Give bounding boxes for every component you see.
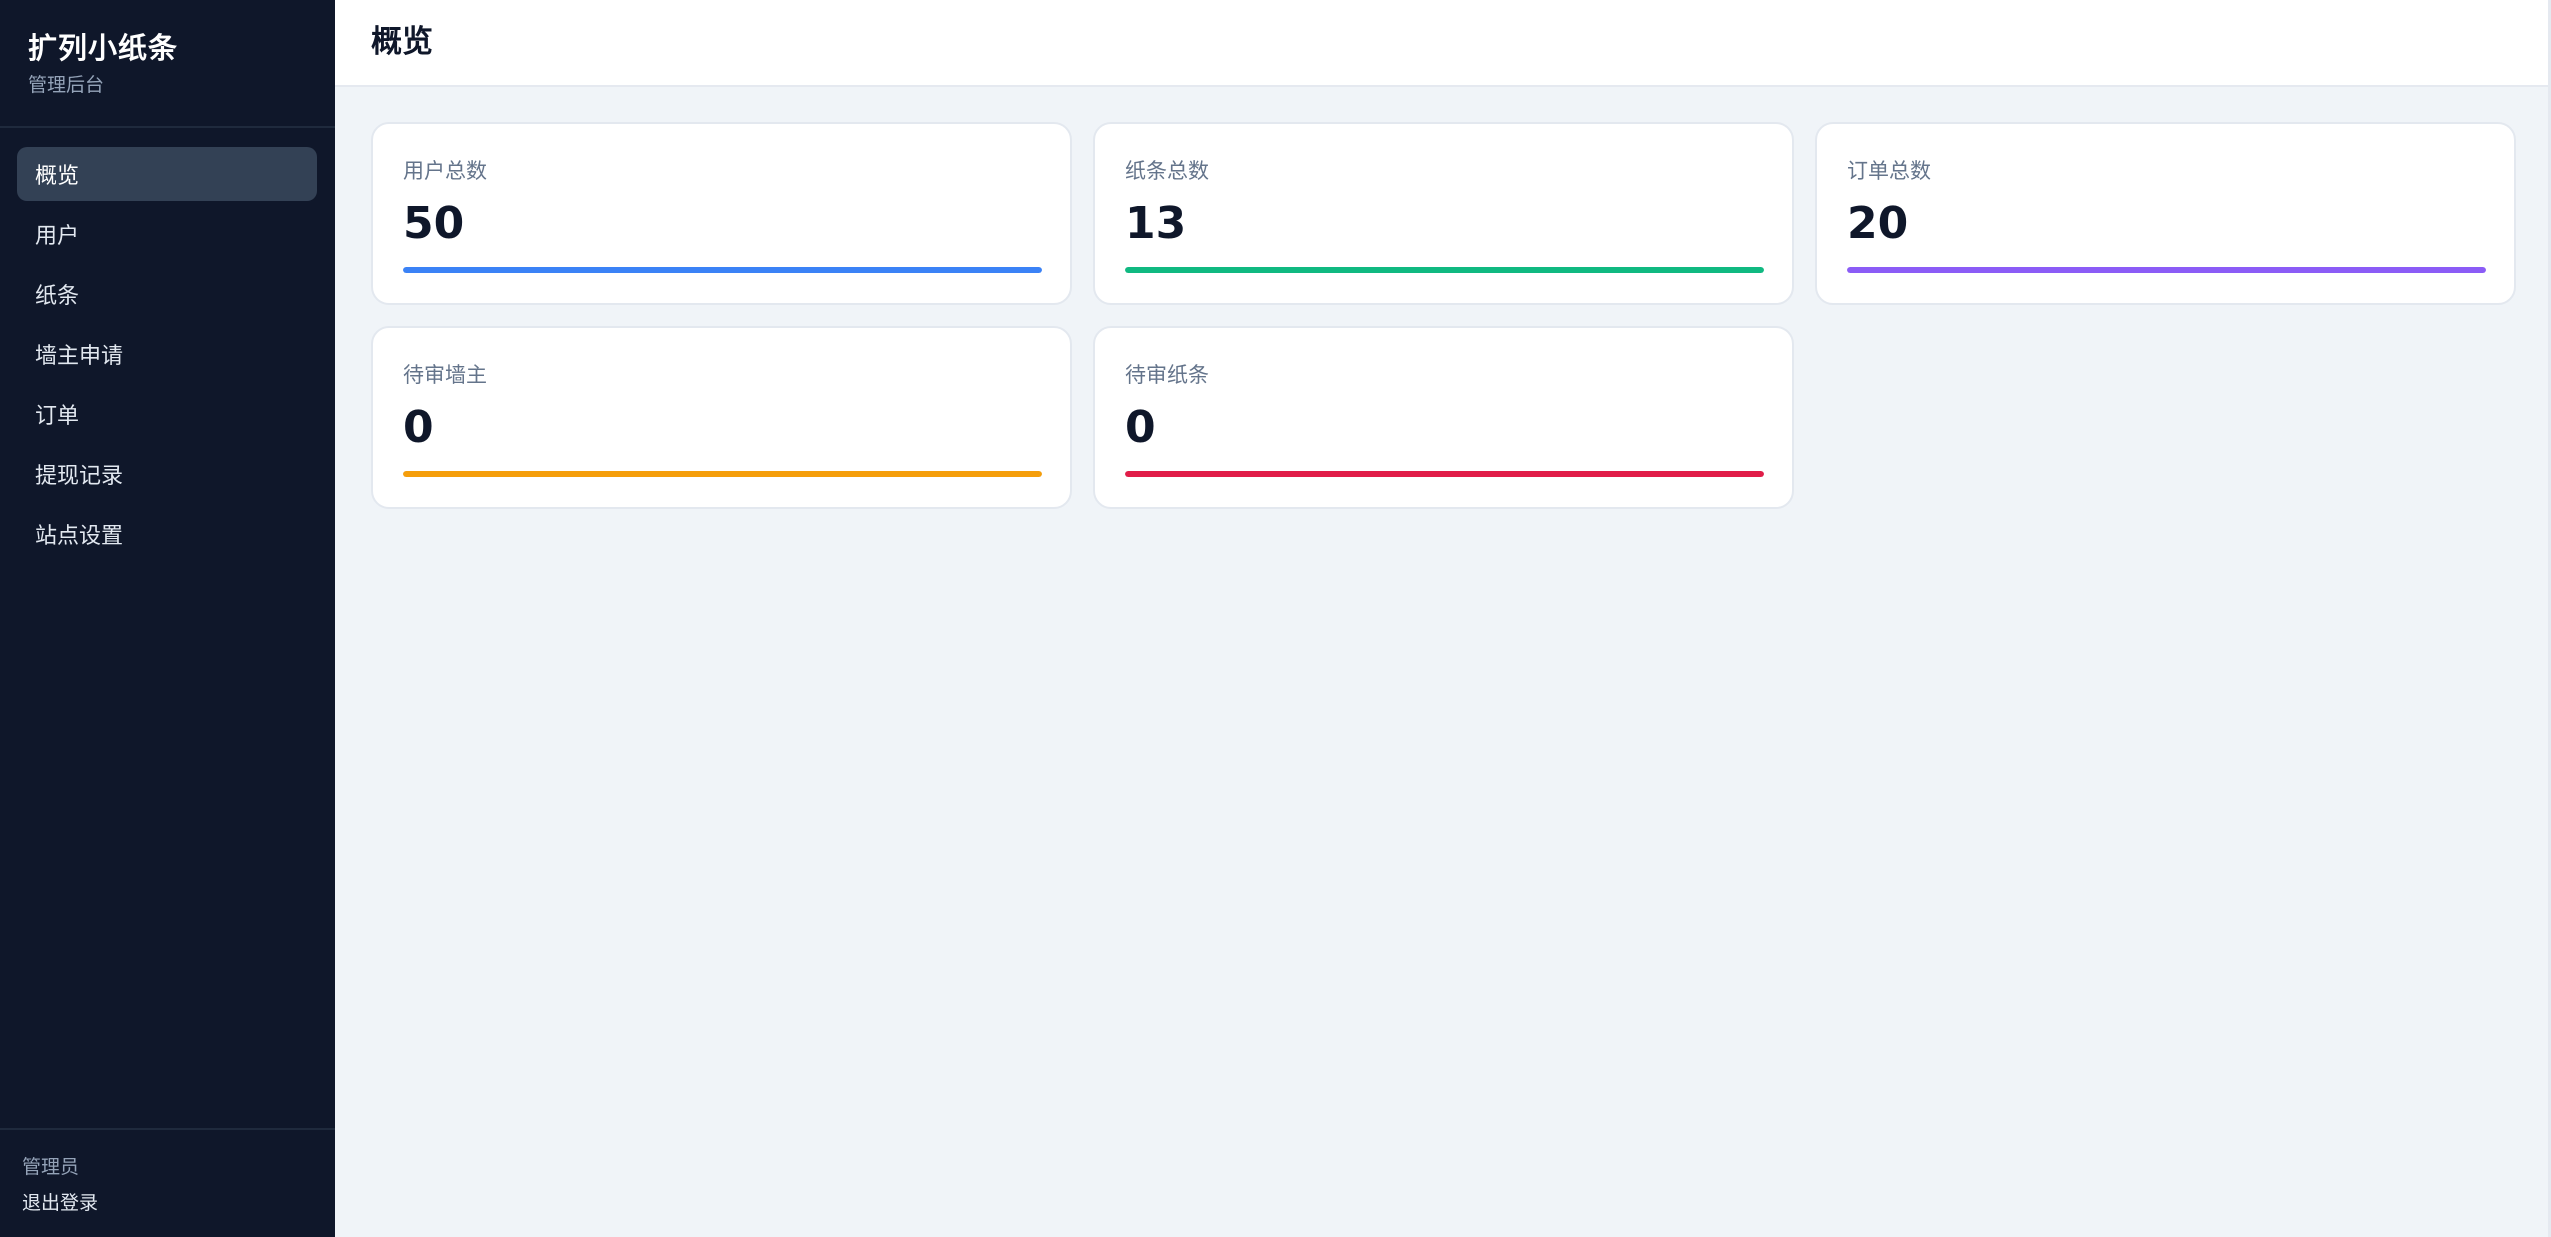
- sidebar-item-label: 订单: [35, 404, 80, 429]
- sidebar-item-site-settings[interactable]: 站点设置: [17, 507, 317, 561]
- stat-card-pending-notes: 待审纸条 0: [1093, 326, 1794, 509]
- sidebar-item-label: 纸条: [35, 284, 80, 309]
- sidebar: 扩列小纸条 管理后台 概览 用户 纸条 墙主申请 订单 提现记录 站点设置 管理…: [0, 0, 335, 1237]
- sidebar-item-orders[interactable]: 订单: [17, 387, 317, 441]
- stat-label: 待审纸条: [1125, 363, 1209, 387]
- stat-card-pending-wall-owners: 待审墙主 0: [371, 326, 1072, 509]
- sidebar-item-label: 概览: [35, 164, 80, 189]
- stat-label: 纸条总数: [1125, 159, 1209, 183]
- stat-bar-fill: [403, 267, 1042, 273]
- sidebar-item-users[interactable]: 用户: [17, 207, 317, 261]
- stat-bar: [403, 267, 1042, 273]
- sidebar-item-label: 站点设置: [35, 524, 124, 549]
- stat-bar: [403, 471, 1042, 477]
- main-content: 概览 用户总数 50 纸条总数 13 订单总数 20 待审墙主 0 待审纸条 0: [335, 0, 2551, 1237]
- stat-value: 20: [1847, 198, 1909, 249]
- stat-value: 50: [403, 198, 465, 249]
- stat-label: 用户总数: [403, 159, 487, 183]
- stat-value: 0: [403, 402, 434, 453]
- page-title: 概览: [371, 24, 433, 60]
- sidebar-footer: 管理员 退出登录: [0, 1128, 335, 1237]
- brand-subtitle: 管理后台: [28, 74, 105, 96]
- topbar: 概览: [335, 0, 2548, 87]
- admin-app: 扩列小纸条 管理后台 概览 用户 纸条 墙主申请 订单 提现记录 站点设置 管理…: [0, 0, 2551, 1237]
- stat-card-notes: 纸条总数 13: [1093, 122, 1794, 305]
- sidebar-item-overview[interactable]: 概览: [17, 147, 317, 201]
- stat-label: 待审墙主: [403, 363, 487, 387]
- current-user-role: 管理员: [22, 1156, 80, 1178]
- logout-link[interactable]: 退出登录: [22, 1190, 335, 1216]
- stat-value: 0: [1125, 402, 1156, 453]
- sidebar-item-label: 用户: [35, 224, 80, 249]
- stat-bar: [1125, 267, 1764, 273]
- stat-bar: [1125, 471, 1764, 477]
- stat-bar-fill: [1125, 267, 1764, 273]
- stat-label: 订单总数: [1847, 159, 1931, 183]
- sidebar-item-label: 提现记录: [35, 464, 124, 489]
- stat-bar-fill: [403, 471, 1042, 477]
- sidebar-nav: 概览 用户 纸条 墙主申请 订单 提现记录 站点设置: [17, 147, 317, 567]
- brand: 扩列小纸条 管理后台: [0, 0, 335, 128]
- sidebar-item-wall-owner-applications[interactable]: 墙主申请: [17, 327, 317, 381]
- sidebar-item-withdrawals[interactable]: 提现记录: [17, 447, 317, 501]
- stat-bar: [1847, 267, 2486, 273]
- stat-bar-fill: [1125, 471, 1764, 477]
- stat-bar-fill: [1847, 267, 2486, 273]
- sidebar-item-notes[interactable]: 纸条: [17, 267, 317, 321]
- brand-title: 扩列小纸条: [28, 31, 179, 65]
- stat-card-orders: 订单总数 20: [1815, 122, 2516, 305]
- sidebar-item-label: 墙主申请: [35, 344, 124, 369]
- stat-card-users: 用户总数 50: [371, 122, 1072, 305]
- stat-value: 13: [1125, 198, 1187, 249]
